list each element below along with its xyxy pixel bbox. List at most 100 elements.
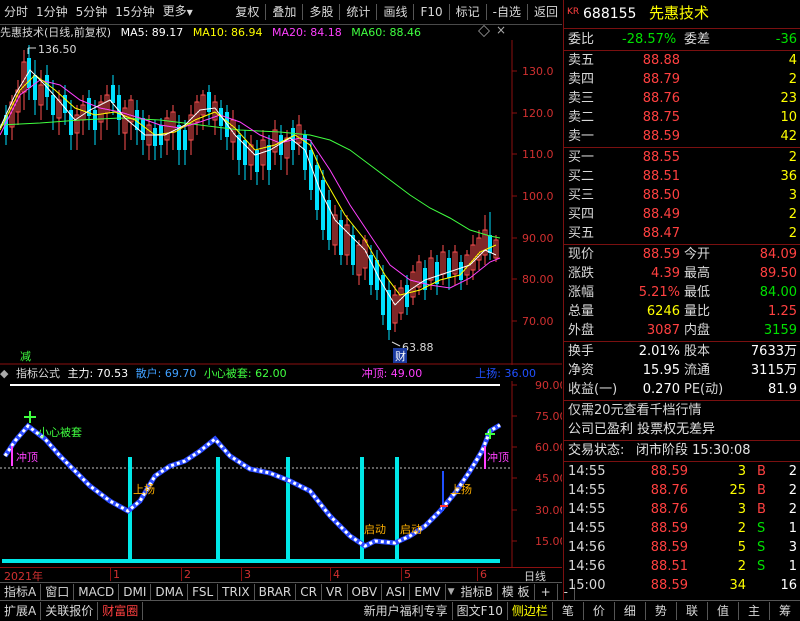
finance-marker[interactable]: 财 <box>395 349 406 363</box>
buy-level-row[interactable]: 买二 88.51 36 <box>564 167 800 186</box>
tab-window[interactable]: 窗口 <box>41 583 75 601</box>
kr-badge: KR <box>567 7 580 17</box>
f10-button[interactable]: F10 <box>416 0 446 24</box>
graphic-f10-link[interactable]: 图文F10 <box>453 602 508 620</box>
svg-text:60.00: 60.00 <box>535 441 562 454</box>
overlay-button[interactable]: 叠加 <box>268 0 300 24</box>
tab-vr[interactable]: VR <box>322 583 348 601</box>
tab-cr[interactable]: CR <box>296 583 322 601</box>
related-quotes-tab[interactable]: 关联报价 <box>41 602 99 620</box>
zoom-in-button[interactable]: + <box>535 583 558 601</box>
weibi-label: 委比 <box>568 32 595 47</box>
month-label: 3 <box>241 568 251 581</box>
xiaoxin-label: 小心被套: 62.00 <box>203 367 287 380</box>
tick-row: 14:55 88.76 3 B 2 <box>568 502 797 517</box>
svg-text:120.0: 120.0 <box>522 107 554 120</box>
stock-name: 先惠技术 <box>649 4 710 22</box>
month-label: 6 <box>477 568 487 581</box>
tab-brar[interactable]: BRAR <box>255 583 297 601</box>
x-axis: 2021年 1 2 3 4 5 6 日线 <box>0 567 562 583</box>
back-button[interactable]: 返回 <box>530 0 562 24</box>
close-icon[interactable]: × <box>496 23 506 37</box>
fortune-circle-tab[interactable]: 财富圈 <box>98 602 144 620</box>
buy-level-row[interactable]: 买四 88.49 2 <box>564 205 800 224</box>
zhuli-label: 主力: 70.53 <box>67 367 129 380</box>
sell-level-row[interactable]: 卖四 88.79 2 <box>564 70 800 89</box>
tab-trend[interactable]: 势 <box>646 602 677 620</box>
settings-icon[interactable]: ◆ <box>0 367 8 380</box>
tab-detail[interactable]: 细 <box>615 602 646 620</box>
new-user-link[interactable]: 新用户福利专享 <box>360 602 453 620</box>
sell-level-row[interactable]: 卖二 88.75 10 <box>564 108 800 127</box>
remove-watchlist-button[interactable]: -自选 <box>489 0 525 24</box>
tab-asi[interactable]: ASI <box>382 583 411 601</box>
fin-row: 收益(一) 0.270 PE(动) 81.9 <box>568 382 797 397</box>
tick-row: 14:56 88.59 5 S 3 <box>568 540 797 555</box>
stat-row: 涨幅 5.21% 最低 84.00 <box>568 285 797 300</box>
buy-level-row[interactable]: 买一 88.55 2 <box>564 148 800 167</box>
tab-indicator-b[interactable]: 指标B <box>457 583 498 601</box>
company-info[interactable]: 公司已盈利 投票权无差异 <box>564 420 800 439</box>
svg-text:45.00: 45.00 <box>535 472 562 485</box>
tab-chips[interactable]: 筹 <box>770 602 800 620</box>
candlestick-chart[interactable]: 136.50 63.88 130.0 120.0 110.0 100.0 90.… <box>0 40 562 365</box>
tab-dma[interactable]: DMA <box>151 583 189 601</box>
svg-text:130.0: 130.0 <box>522 65 554 78</box>
chevron-down-icon[interactable]: ▼ <box>446 587 457 597</box>
statistics-button[interactable]: 统计 <box>342 0 374 24</box>
buy-level-row[interactable]: 买三 88.50 3 <box>564 186 800 205</box>
svg-text:70.00: 70.00 <box>522 315 554 328</box>
tab-5min[interactable]: 5分钟 <box>72 0 112 24</box>
expand-a-tab[interactable]: 扩展A <box>0 602 42 620</box>
tab-1min[interactable]: 1分钟 <box>32 0 72 24</box>
tab-emv[interactable]: EMV <box>410 583 446 601</box>
sell-level-row[interactable]: 卖一 88.59 42 <box>564 127 800 146</box>
tab-dmi[interactable]: DMI <box>119 583 152 601</box>
svg-text:30.00: 30.00 <box>535 504 562 517</box>
reduce-marker[interactable]: 减 <box>20 350 31 363</box>
fin-row: 换手 2.01% 股本 7633万 <box>568 344 797 359</box>
more-dropdown[interactable]: 更多▼ <box>159 0 197 25</box>
tab-main[interactable]: 主 <box>739 602 770 620</box>
more-label: 更多 <box>162 4 187 18</box>
high-price-label: 136.50 <box>38 43 77 56</box>
month-label: 5 <box>401 568 411 581</box>
indicator-chart[interactable]: 90.00 75.00 60.00 45.00 30.00 15.00 小心被套… <box>0 381 562 567</box>
chongding-annotation-left: 冲顶 <box>16 450 38 464</box>
tab-value[interactable]: 值 <box>708 602 739 620</box>
month-label: 2 <box>181 568 191 581</box>
sell-level-row[interactable]: 卖三 88.76 23 <box>564 89 800 108</box>
chongding-annotation-right: 冲顶 <box>487 450 509 464</box>
tab-15min[interactable]: 15分钟 <box>111 0 158 24</box>
sell-level-row[interactable]: 卖五 88.88 4 <box>564 51 800 70</box>
tab-template[interactable]: 模 板 <box>498 583 535 601</box>
tab-trades[interactable]: 笔 <box>553 602 584 620</box>
stock-code: 688155 <box>583 6 637 22</box>
mark-button[interactable]: 标记 <box>452 0 484 24</box>
tick-row: 14:55 88.76 25 B 2 <box>568 483 797 498</box>
tab-intraday[interactable]: 分时 <box>0 0 32 24</box>
shangyang-label: 上扬: 36.00 <box>475 367 536 380</box>
tab-linked[interactable]: 联 <box>677 602 708 620</box>
tab-macd[interactable]: MACD <box>74 583 120 601</box>
svg-text:100.0: 100.0 <box>522 190 554 203</box>
tab-obv[interactable]: OBV <box>348 583 383 601</box>
indicator-title[interactable]: 指标公式 <box>16 367 60 380</box>
tab-fsl[interactable]: FSL <box>188 583 219 601</box>
ma20-label: MA20: 84.18 <box>272 26 342 39</box>
multi-stock-button[interactable]: 多股 <box>305 0 337 24</box>
quote-header: KR 688155 先惠技术 <box>564 3 800 27</box>
fuquan-button[interactable]: 复权 <box>231 0 263 24</box>
promo-level2[interactable]: 仅需20元查看千档行情 <box>564 401 800 420</box>
tab-trix[interactable]: TRIX <box>218 583 255 601</box>
chongding-label: 冲顶: 49.00 <box>361 367 423 380</box>
tab-price[interactable]: 价 <box>584 602 615 620</box>
buy-level-row[interactable]: 买五 88.47 2 <box>564 224 800 243</box>
tab-indicator-a[interactable]: 指标A <box>0 583 42 601</box>
svg-text:90.00: 90.00 <box>535 381 562 392</box>
indicator-axis: 90.00 75.00 60.00 45.00 30.00 15.00 <box>535 381 562 548</box>
draw-line-button[interactable]: 画线 <box>379 0 411 24</box>
sidebar-toggle[interactable]: 侧边栏 <box>508 602 553 620</box>
svg-text:15.00: 15.00 <box>535 535 562 548</box>
stat-row: 外盘 3087 内盘 3159 <box>568 323 797 338</box>
